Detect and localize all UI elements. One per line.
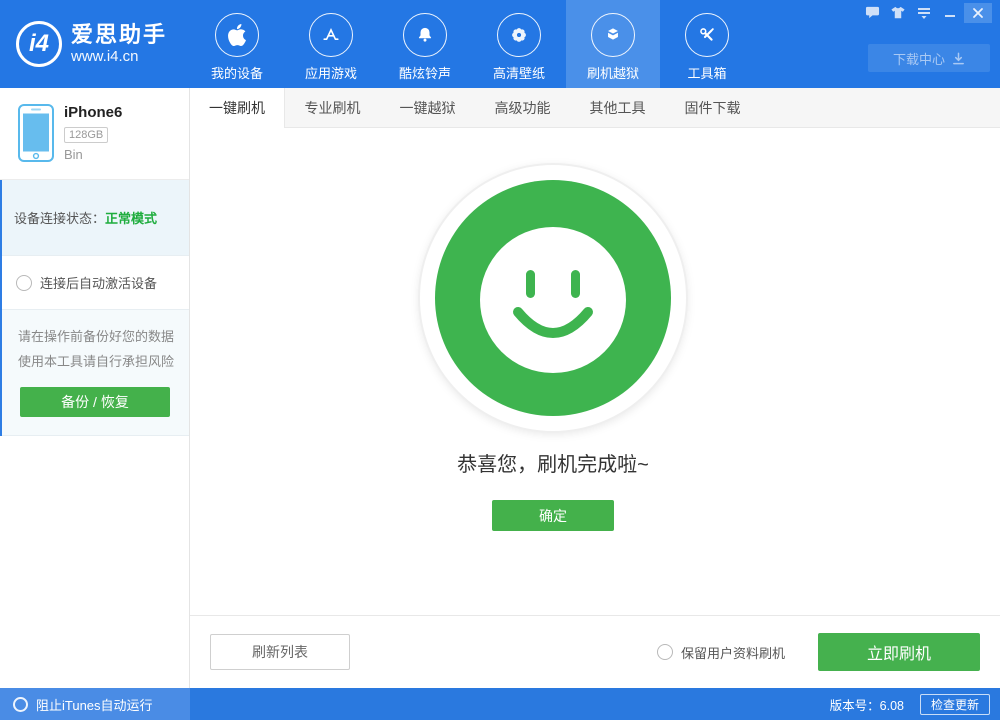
flash-now-button[interactable]: 立即刷机 <box>818 633 980 671</box>
nav-item-ringtones[interactable]: 酷炫铃声 <box>378 0 472 88</box>
app-header: i4 爱思助手 www.i4.cn 我的设备 应用游戏 <box>0 0 1000 88</box>
nav-label: 刷机越狱 <box>587 63 639 82</box>
status-bar-right: 版本号：6.08 检查更新 <box>190 688 1000 720</box>
auto-activate-radio[interactable] <box>16 275 32 291</box>
tab-firmware-download[interactable]: 固件下载 <box>665 88 760 128</box>
keep-user-data-option[interactable]: 保留用户资料刷机 <box>657 643 785 662</box>
nav-label: 工具箱 <box>687 63 726 82</box>
brand-url: www.i4.cn <box>71 48 167 66</box>
app-logo[interactable]: i4 爱思助手 www.i4.cn <box>0 0 190 88</box>
tab-pro-flash[interactable]: 专业刷机 <box>285 88 380 128</box>
flash-action-bar: 刷新列表 保留用户资料刷机 立即刷机 <box>190 615 1000 688</box>
keep-user-data-label: 保留用户资料刷机 <box>681 643 785 662</box>
i4-logo-icon: i4 <box>16 21 62 67</box>
wallpaper-icon <box>497 13 541 57</box>
block-itunes-radio[interactable] <box>13 697 28 712</box>
backup-restore-button[interactable]: 备份 / 恢复 <box>20 387 170 417</box>
version-number: 版本号：6.08 <box>830 695 904 714</box>
block-itunes-option[interactable]: 阻止iTunes自动运行 <box>0 688 190 720</box>
device-name: iPhone6 <box>64 104 122 122</box>
device-details: iPhone6 128GB Bin <box>64 104 122 179</box>
nav-item-flash-jailbreak[interactable]: 刷机越狱 <box>566 0 660 88</box>
minimize-icon[interactable] <box>938 3 962 23</box>
nav-label: 高清壁纸 <box>493 63 545 82</box>
window-controls <box>858 3 992 23</box>
confirm-button[interactable]: 确定 <box>492 500 614 531</box>
nav-item-my-devices[interactable]: 我的设备 <box>190 0 284 88</box>
toolbox-icon <box>685 13 729 57</box>
refresh-list-button[interactable]: 刷新列表 <box>210 634 350 670</box>
keep-user-data-radio[interactable] <box>657 644 673 660</box>
backup-warning-panel: 请在操作前备份好您的数据 使用本工具请自行承担风险 备份 / 恢复 <box>0 310 189 436</box>
auto-activate-option[interactable]: 连接后自动激活设备 <box>0 256 189 310</box>
brand-name: 爱思助手 <box>71 22 167 48</box>
auto-activate-label: 连接后自动激活设备 <box>40 273 157 292</box>
warning-line-1: 请在操作前备份好您的数据 <box>18 324 189 349</box>
nav-item-toolbox[interactable]: 工具箱 <box>660 0 754 88</box>
flash-complete-message: 恭喜您，刷机完成啦~ <box>457 448 649 477</box>
main-nav: 我的设备 应用游戏 酷炫铃声 <box>190 0 754 88</box>
status-bar: 阻止iTunes自动运行 版本号：6.08 检查更新 <box>0 688 1000 720</box>
menu-icon[interactable] <box>912 3 936 23</box>
download-center-button[interactable]: 下载中心 <box>868 44 990 72</box>
nav-item-apps-games[interactable]: 应用游戏 <box>284 0 378 88</box>
bell-icon <box>403 13 447 57</box>
flash-box-icon <box>591 13 635 57</box>
nav-item-wallpapers[interactable]: 高清壁纸 <box>472 0 566 88</box>
close-icon[interactable] <box>964 3 992 23</box>
connection-status-value: 正常模式 <box>105 208 157 227</box>
tab-other-tools[interactable]: 其他工具 <box>570 88 665 128</box>
device-owner: Bin <box>64 147 122 162</box>
download-center-label: 下载中心 <box>893 49 945 68</box>
skin-icon[interactable] <box>886 3 910 23</box>
nav-label: 我的设备 <box>211 63 263 82</box>
connection-status-panel: 设备连接状态： 正常模式 <box>0 180 189 256</box>
flash-tabbar: 一键刷机 专业刷机 一键越狱 高级功能 其他工具 固件下载 <box>190 88 1000 128</box>
tab-one-key-jailbreak[interactable]: 一键越狱 <box>380 88 475 128</box>
iphone-icon <box>18 104 54 179</box>
appstore-icon <box>309 13 353 57</box>
device-sidebar: iPhone6 128GB Bin 设备连接状态： 正常模式 连接后自动激活设备… <box>0 88 190 688</box>
feedback-icon[interactable] <box>860 3 884 23</box>
nav-label: 酷炫铃声 <box>399 63 451 82</box>
download-icon <box>952 52 965 65</box>
block-itunes-label: 阻止iTunes自动运行 <box>36 695 153 714</box>
brand-block: 爱思助手 www.i4.cn <box>71 22 167 66</box>
apple-icon <box>215 13 259 57</box>
nav-label: 应用游戏 <box>305 63 357 82</box>
sidebar-accent-bar <box>0 180 2 436</box>
flash-result-panel: 恭喜您，刷机完成啦~ 确定 <box>190 128 1000 615</box>
tab-one-key-flash[interactable]: 一键刷机 <box>190 88 285 129</box>
connection-status-label: 设备连接状态： <box>14 208 105 227</box>
device-info-card[interactable]: iPhone6 128GB Bin <box>0 88 189 180</box>
success-smiley-icon <box>417 162 689 434</box>
device-capacity-badge: 128GB <box>64 127 108 143</box>
check-update-button[interactable]: 检查更新 <box>920 694 990 715</box>
tab-advanced[interactable]: 高级功能 <box>475 88 570 128</box>
warning-line-2: 使用本工具请自行承担风险 <box>18 349 189 374</box>
